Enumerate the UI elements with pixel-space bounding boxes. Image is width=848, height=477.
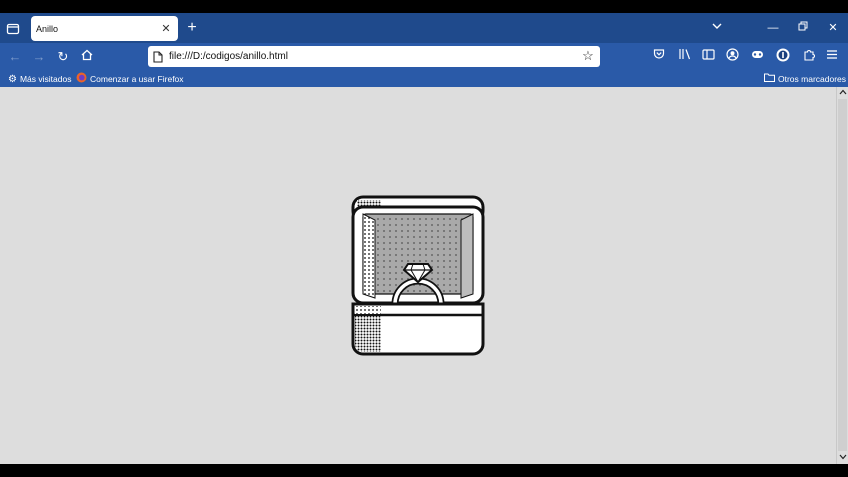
hamburger-menu-icon[interactable] — [823, 48, 841, 66]
screen-top-edge — [0, 0, 848, 13]
close-tab-icon[interactable]: ✕ — [159, 21, 173, 35]
extensions-puzzle-icon[interactable] — [800, 48, 818, 66]
scrollbar-thumb[interactable] — [838, 99, 847, 451]
bookmark-label: Comenzar a usar Firefox — [90, 74, 184, 84]
navigation-toolbar: ← → ↻ file:///D:/codigos/anillo.html ☆ — [0, 43, 848, 70]
address-url: file:///D:/codigos/anillo.html — [169, 51, 288, 62]
library-icon[interactable] — [675, 48, 693, 66]
bookmarks-toolbar: ⚙ Más visitados Comenzar a usar Firefox … — [0, 70, 848, 87]
extension-gamepad-icon[interactable] — [748, 48, 766, 66]
scroll-up-arrow-icon[interactable] — [837, 87, 848, 99]
list-all-tabs-icon[interactable] — [709, 20, 725, 36]
gear-icon: ⚙ — [8, 73, 17, 85]
back-icon[interactable]: ← — [6, 48, 24, 66]
bookmark-star-icon[interactable]: ☆ — [580, 48, 596, 64]
forward-icon[interactable]: → — [30, 48, 48, 66]
reload-icon[interactable]: ↻ — [54, 48, 72, 66]
firefox-logo-icon — [76, 72, 87, 86]
bookmark-getting-started[interactable]: Comenzar a usar Firefox — [76, 72, 184, 86]
page-icon — [148, 46, 168, 67]
tab-anillo[interactable]: Anillo ✕ — [31, 16, 178, 41]
address-bar[interactable]: file:///D:/codigos/anillo.html ☆ — [148, 46, 600, 67]
folder-icon — [764, 73, 775, 85]
bookmark-label: Otros marcadores — [778, 74, 847, 84]
pocket-icon[interactable] — [650, 48, 668, 66]
sidebar-icon[interactable] — [699, 48, 717, 66]
screen-bottom-edge — [0, 464, 848, 477]
new-tab-icon[interactable]: + — [184, 20, 200, 36]
scroll-down-arrow-icon[interactable] — [837, 452, 848, 464]
firefox-view-icon[interactable] — [4, 20, 22, 38]
ring-box-icon — [351, 195, 485, 356]
bookmark-label: Más visitados — [19, 74, 72, 84]
restore-icon[interactable] — [794, 20, 812, 36]
account-icon[interactable] — [723, 48, 741, 66]
tab-strip: Anillo ✕ + — ✕ — [0, 13, 848, 43]
password-manager-icon[interactable] — [774, 48, 792, 66]
bookmark-other[interactable]: Otros marcadores — [764, 72, 846, 86]
vertical-scrollbar[interactable] — [836, 87, 848, 464]
bookmark-most-visited[interactable]: ⚙ Más visitados — [8, 72, 71, 86]
minimize-icon[interactable]: — — [764, 20, 782, 36]
tab-title: Anillo — [36, 23, 59, 34]
home-icon[interactable] — [78, 48, 96, 66]
close-window-icon[interactable]: ✕ — [824, 20, 842, 36]
